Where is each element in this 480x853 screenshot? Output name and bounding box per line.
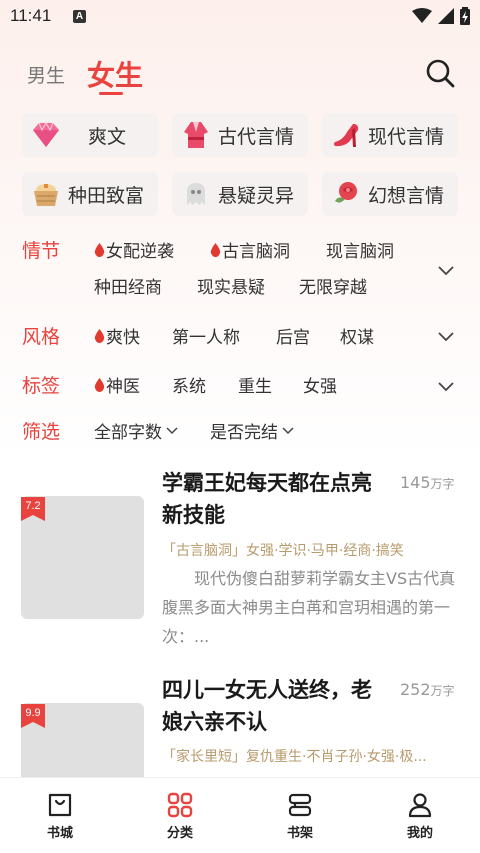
wifi-icon — [412, 8, 432, 23]
filter-title-genre: 情节 — [22, 240, 61, 262]
search-icon — [426, 59, 455, 88]
nav-label: 书架 — [286, 826, 313, 841]
category-label: 悬疑灵异 — [218, 184, 295, 207]
category-chip-shuangwen[interactable]: 爽文 — [22, 113, 158, 157]
category-chip-farming[interactable]: 种田致富 — [22, 172, 158, 216]
filter-option[interactable]: 权谋 — [340, 323, 374, 348]
high-heel-icon — [330, 119, 362, 151]
score-badge: 9.9 — [21, 704, 45, 732]
chevron-down-icon — [438, 266, 454, 276]
expand-style-button[interactable] — [438, 327, 454, 346]
nav-label: 书城 — [46, 826, 73, 841]
profile-icon — [408, 793, 432, 818]
chevron-down-icon — [438, 332, 454, 342]
bottom-navigation: 书城 分类 书架 我的 — [0, 777, 480, 853]
word-count-unit: 万字 — [430, 477, 455, 491]
category-label: 种田致富 — [68, 184, 145, 207]
nav-bookstore[interactable]: 书城 — [20, 792, 100, 841]
signal-icon — [438, 8, 454, 24]
filter-option[interactable]: 女配逆袭 — [94, 237, 174, 262]
filter-option[interactable]: 系统 — [172, 372, 206, 397]
filter-option[interactable]: 神医 — [94, 372, 140, 397]
filter-title-sort: 筛选 — [22, 421, 61, 443]
category-label: 爽文 — [88, 125, 127, 148]
ghost-icon — [180, 178, 212, 210]
chevron-down-icon — [166, 426, 178, 434]
filter-option[interactable]: 古言脑洞 — [210, 237, 290, 262]
category-label: 古代言情 — [218, 125, 295, 148]
category-chip-suspense[interactable]: 悬疑灵异 — [172, 172, 308, 216]
word-count: 145万字 — [400, 473, 455, 492]
filter-option[interactable]: 现言脑洞 — [326, 237, 394, 262]
hot-drop-icon — [94, 328, 105, 343]
book-title[interactable]: 学霸王妃每天都在点亮新技能 — [162, 467, 384, 531]
battery-icon — [460, 7, 470, 25]
expand-tags-button[interactable] — [438, 377, 454, 396]
filter-option[interactable]: 后宫 — [276, 323, 310, 348]
score-value: 7.2 — [25, 500, 41, 512]
book-tags: 「古言脑洞」女强·学识·马甲·经商·搞笑 — [162, 543, 404, 559]
category-chip-ancient-romance[interactable]: 古代言情 — [172, 113, 308, 157]
search-button[interactable] — [424, 57, 456, 89]
word-count-dropdown[interactable]: 全部字数 — [94, 418, 178, 443]
hot-drop-icon — [94, 242, 105, 257]
word-count-value: 145 — [400, 473, 431, 492]
diamond-icon — [30, 119, 62, 151]
filter-option[interactable]: 爽快 — [94, 323, 140, 348]
completion-dropdown[interactable]: 是否完结 — [210, 418, 294, 443]
filter-option[interactable]: 第一人称 — [172, 323, 240, 348]
tab-female[interactable]: 女生 — [87, 54, 143, 94]
active-tab-indicator — [99, 92, 123, 95]
filter-option[interactable]: 现实悬疑 — [197, 273, 265, 298]
robe-icon — [180, 119, 212, 151]
notification-icon: A — [73, 10, 86, 23]
book-tags: 「家长里短」复仇重生·不肖子孙·女强·极... — [162, 749, 427, 765]
filter-option[interactable]: 女强 — [303, 372, 337, 397]
status-icons — [412, 7, 470, 25]
category-label: 幻想言情 — [368, 184, 445, 207]
nav-label: 我的 — [406, 826, 433, 841]
word-count-unit: 万字 — [430, 684, 455, 698]
dropdown-label: 是否完结 — [210, 423, 278, 443]
book-title[interactable]: 四儿一女无人送终，老娘六亲不认 — [162, 674, 384, 738]
dropdown-label: 全部字数 — [94, 423, 162, 443]
filter-option-label: 神医 — [106, 377, 140, 397]
expand-genre-button[interactable] — [438, 261, 454, 280]
nav-categories[interactable]: 分类 — [140, 792, 220, 841]
word-count: 252万字 — [400, 680, 455, 699]
filter-option-label: 爽快 — [106, 328, 140, 348]
filter-title-tags: 标签 — [22, 375, 61, 397]
book-description: 现代伪傻白甜萝莉学霸女主VS古代真腹黑多面大神男主白苒和宫玥相遇的第一次：... — [162, 569, 456, 646]
score-value: 9.9 — [25, 707, 41, 719]
category-chip-modern-romance[interactable]: 现代言情 — [322, 113, 458, 157]
filter-option-label: 女配逆袭 — [106, 242, 174, 262]
hot-drop-icon — [94, 377, 105, 392]
filter-option-label: 古言脑洞 — [222, 242, 290, 262]
hot-drop-icon — [210, 242, 221, 257]
rose-icon — [330, 178, 362, 210]
score-badge: 7.2 — [21, 497, 45, 525]
grain-basket-icon — [30, 178, 62, 210]
nav-label: 分类 — [166, 826, 193, 841]
category-label: 现代言情 — [368, 125, 445, 148]
chevron-down-icon — [438, 382, 454, 392]
word-count-value: 252 — [400, 680, 431, 699]
category-chip-fantasy-romance[interactable]: 幻想言情 — [322, 172, 458, 216]
filter-option[interactable]: 种田经商 — [94, 273, 162, 298]
status-time: 11:41 — [10, 6, 52, 25]
chevron-down-icon — [282, 426, 294, 434]
filter-title-style: 风格 — [22, 326, 61, 348]
filter-option[interactable]: 无限穿越 — [299, 273, 367, 298]
filter-option[interactable]: 重生 — [238, 372, 272, 397]
bookshelf-icon — [288, 793, 312, 817]
nav-profile[interactable]: 我的 — [380, 792, 460, 841]
nav-bookshelf[interactable]: 书架 — [260, 792, 340, 841]
category-grid-icon — [167, 792, 193, 818]
bookstore-icon — [48, 793, 72, 817]
tab-male[interactable]: 男生 — [27, 61, 65, 88]
